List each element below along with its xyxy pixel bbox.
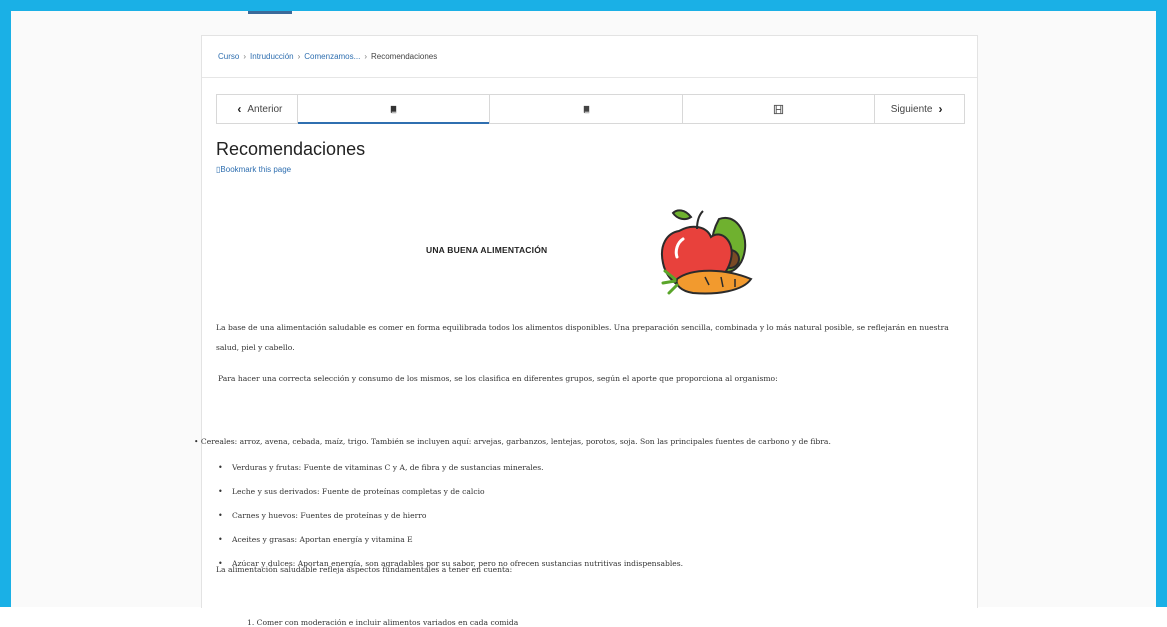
breadcrumb-current: Recomendaciones (370, 52, 438, 61)
intro-paragraph: La base de una alimentación saludable es… (216, 323, 949, 352)
book-icon (390, 105, 397, 113)
breadcrumb-section[interactable]: Comenzamos... (304, 52, 360, 61)
breadcrumb-course[interactable]: Curso (218, 52, 239, 61)
list-item: Carnes y huevos: Fuentes de proteínas y … (216, 510, 683, 534)
top-tab-indicator (248, 11, 292, 14)
course-content-panel: Curso › Intruducción › Comenzamos... › R… (194, 35, 978, 627)
item-number: 1. (247, 618, 257, 627)
next-label: Siguiente (890, 103, 933, 115)
book-icon (583, 105, 589, 113)
aspects-intro: La alimentación saludable refleja aspect… (216, 565, 513, 574)
page-title: Recomendaciones (216, 139, 366, 159)
chevron-left-icon: ‹ (237, 102, 242, 116)
groups-intro: Para hacer una correcta selección y cons… (218, 374, 778, 383)
list-item-text: Cereales: arroz, avena, cebada, maíz, tr… (200, 437, 831, 446)
breadcrumb-separator: › (297, 52, 301, 61)
bullet-dot: • (194, 437, 199, 446)
numbered-item-text: Comer con moderación e incluir alimentos… (256, 618, 519, 627)
breadcrumb-separator: › (243, 52, 247, 61)
list-item-cereales: • Cereales: arroz, avena, cebada, maíz, … (194, 437, 831, 446)
unit-tab-3[interactable] (683, 95, 876, 123)
breadcrumb-separator: › (364, 52, 367, 61)
image-title: UNA BUENA ALIMENTACIÓN (426, 245, 548, 255)
previous-button[interactable]: ‹ Anterior (217, 95, 298, 123)
unit-tab-1[interactable] (297, 95, 491, 124)
unit-tab-2[interactable] (490, 95, 683, 123)
next-button[interactable]: Siguiente › (875, 95, 964, 123)
list-item: Leche y sus derivados: Fuente de proteín… (216, 486, 683, 510)
chevron-right-icon: › (938, 102, 943, 116)
bookmark-label: Bookmark this page (220, 165, 292, 174)
breadcrumb-introduction[interactable]: Intruducción (250, 52, 294, 61)
sequence-navigation: ‹ Anterior Siguiente › (216, 94, 965, 124)
video-icon (773, 104, 784, 114)
fruits-vegetables-icon (661, 209, 753, 295)
list-item: Verduras y frutas: Fuente de vitaminas C… (216, 462, 683, 486)
list-item: Aceites y grasas: Aportan energía y vita… (216, 534, 683, 558)
numbered-item: 1. Comer con moderación e incluir alimen… (247, 618, 518, 627)
bookmark-link[interactable]: ▯Bookmark this page (216, 165, 291, 174)
previous-label: Anterior (247, 103, 283, 115)
breadcrumb: Curso › Intruducción › Comenzamos... › R… (202, 36, 977, 78)
